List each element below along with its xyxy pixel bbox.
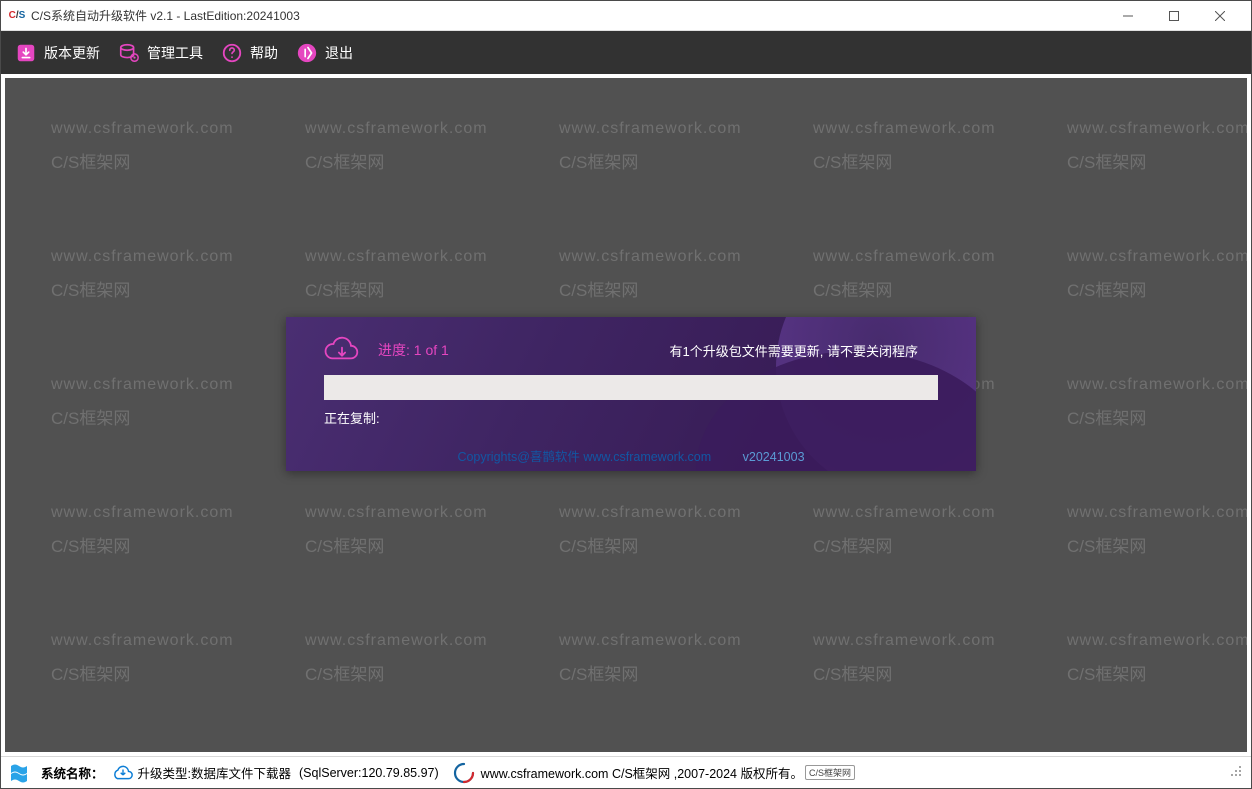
copyright-text: Copyrights@喜鹊软件 www.csframework.com: [457, 446, 711, 465]
watermark: www.csframework.comC/S框架网: [813, 632, 996, 685]
menu-label: 帮助: [250, 43, 278, 63]
titlebar: C/S C/S系统自动升级软件 v2.1 - LastEdition:20241…: [1, 1, 1251, 31]
menubar: 版本更新 管理工具 帮助 退出: [1, 31, 1251, 74]
watermark: www.csframework.comC/S框架网: [51, 248, 234, 301]
progress-label: 进度: 1 of 1: [378, 340, 449, 360]
window-title: C/S系统自动升级软件 v2.1 - LastEdition:20241003: [31, 7, 1105, 24]
upgrade-dialog: 进度: 1 of 1 有1个升级包文件需要更新, 请不要关闭程序 正在复制: C…: [286, 317, 976, 471]
close-button[interactable]: [1197, 2, 1243, 30]
exit-icon: [296, 42, 318, 64]
upgrade-type-text: 升级类型:数据库文件下载器: [138, 763, 291, 782]
menu-exit[interactable]: 退出: [296, 42, 353, 64]
menu-help[interactable]: 帮助: [221, 42, 278, 64]
watermark: www.csframework.comC/S框架网: [51, 632, 234, 685]
watermark: www.csframework.comC/S框架网: [559, 120, 742, 173]
watermark: www.csframework.comC/S框架网: [1067, 504, 1247, 557]
cs-logo-icon: [453, 762, 475, 784]
watermark: www.csframework.comC/S框架网: [1067, 248, 1247, 301]
watermark: www.csframework.comC/S框架网: [51, 120, 234, 173]
menu-label: 版本更新: [44, 43, 100, 63]
menu-label: 退出: [325, 43, 353, 63]
help-icon: [221, 42, 243, 64]
watermark: www.csframework.comC/S框架网: [1067, 376, 1247, 429]
watermark: www.csframework.comC/S框架网: [305, 632, 488, 685]
watermark: www.csframework.comC/S框架网: [813, 248, 996, 301]
watermark: www.csframework.comC/S框架网: [51, 376, 234, 429]
watermark: www.csframework.comC/S框架网: [305, 248, 488, 301]
watermark: www.csframework.comC/S框架网: [51, 504, 234, 557]
menu-admin-tools[interactable]: 管理工具: [118, 42, 203, 64]
maximize-button[interactable]: [1151, 2, 1197, 30]
app-icon: C/S: [9, 8, 25, 24]
window-controls: [1105, 2, 1243, 30]
server-info-text: (SqlServer:120.79.85.97): [299, 766, 439, 780]
footer-link-text: www.csframework.com C/S框架网 ,2007-2024 版权…: [481, 763, 803, 782]
cloud-download-icon: [324, 335, 360, 365]
content-area: www.csframework.comC/S框架网 www.csframework…: [5, 78, 1247, 752]
watermark: www.csframework.comC/S框架网: [559, 504, 742, 557]
statusbar: 系统名称： 升级类型:数据库文件下载器 (SqlServer:120.79.85…: [1, 756, 1251, 788]
system-name-label: 系统名称：: [41, 763, 104, 782]
database-gear-icon: [118, 42, 140, 64]
watermark: www.csframework.comC/S框架网: [813, 120, 996, 173]
menu-version-update[interactable]: 版本更新: [15, 42, 100, 64]
status-message: 有1个升级包文件需要更新, 请不要关闭程序: [670, 341, 918, 360]
menu-label: 管理工具: [147, 43, 203, 63]
watermark: www.csframework.comC/S框架网: [559, 632, 742, 685]
footer-badge: C/S框架网: [805, 765, 855, 780]
progress-bar: [324, 375, 938, 400]
watermark: www.csframework.comC/S框架网: [305, 504, 488, 557]
cloud-icon: [112, 764, 134, 782]
windows-flag-icon: [9, 762, 35, 784]
watermark: www.csframework.comC/S框架网: [813, 504, 996, 557]
build-version: v20241003: [743, 450, 805, 464]
watermark: www.csframework.comC/S框架网: [559, 248, 742, 301]
copying-label: 正在复制:: [286, 400, 976, 427]
download-icon: [15, 42, 37, 64]
dialog-footer: Copyrights@喜鹊软件 www.csframework.com v202…: [286, 446, 976, 465]
watermark: www.csframework.comC/S框架网: [305, 120, 488, 173]
resize-grip-icon[interactable]: [1229, 764, 1243, 781]
minimize-button[interactable]: [1105, 2, 1151, 30]
watermark: www.csframework.comC/S框架网: [1067, 120, 1247, 173]
watermark: www.csframework.comC/S框架网: [1067, 632, 1247, 685]
